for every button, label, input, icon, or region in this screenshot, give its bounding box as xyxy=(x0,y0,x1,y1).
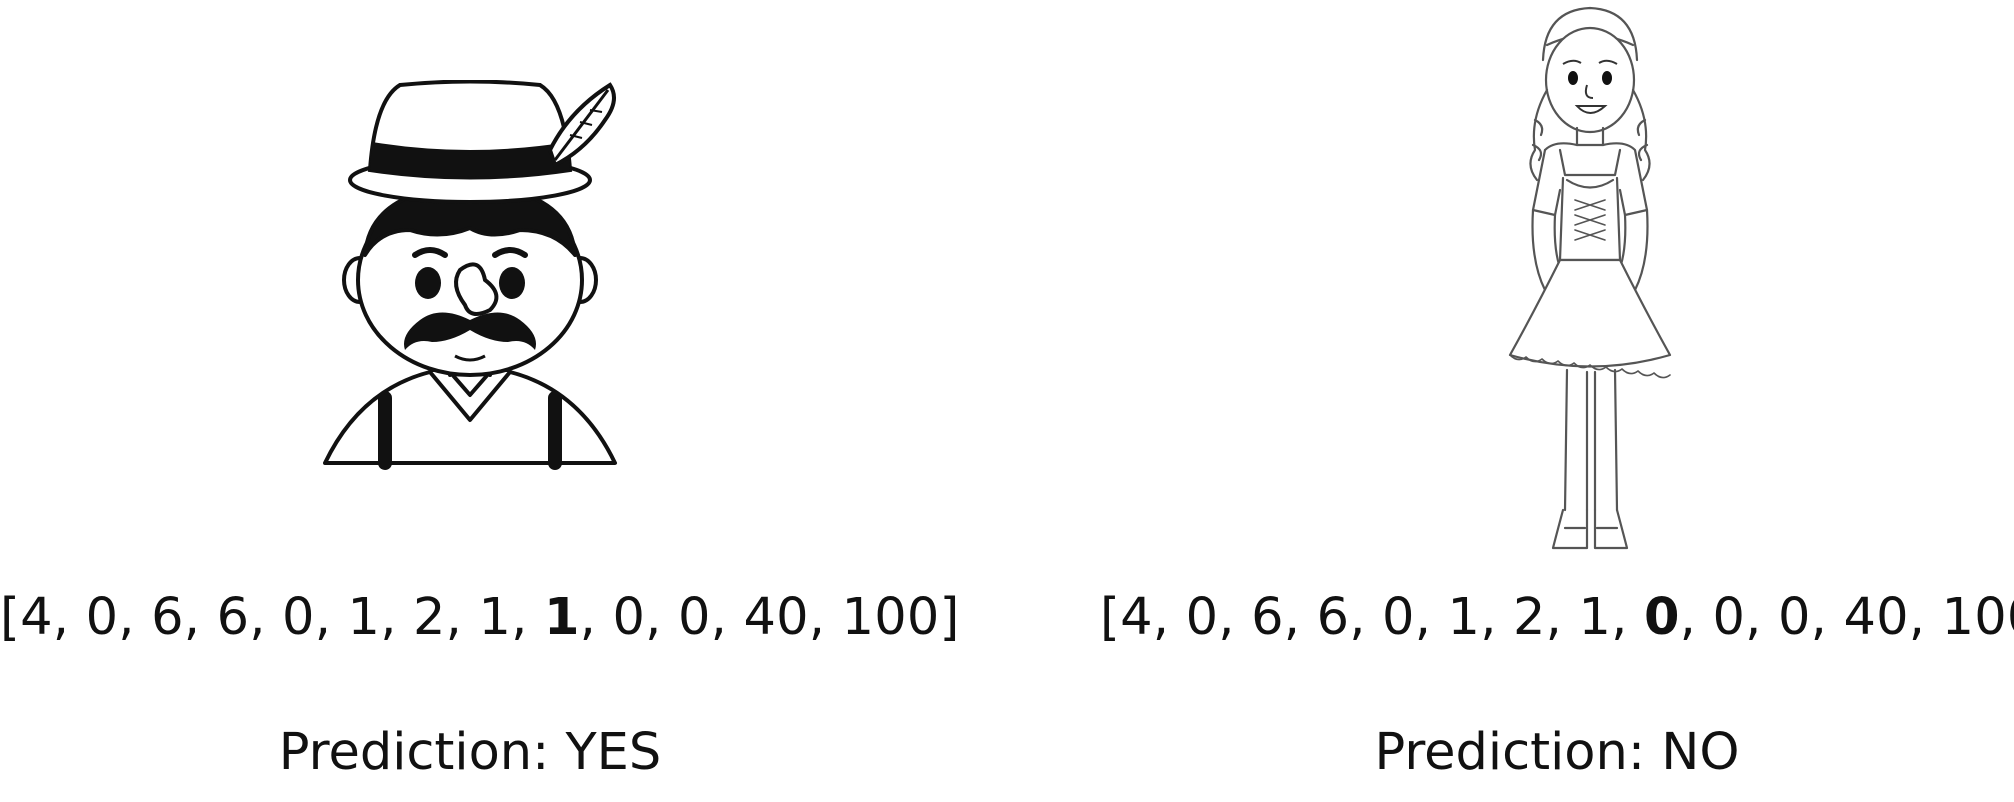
man-with-feathered-hat-icon xyxy=(320,79,620,470)
vector-value: 0 xyxy=(85,588,119,647)
highlighted-vector-value: 1 xyxy=(543,588,580,647)
vector-value: 6 xyxy=(216,588,250,647)
vector-value: 40 xyxy=(1843,588,1909,647)
feature-vector: [4, 0, 6, 6, 0, 1, 2, 1, 0, 0, 0, 40, 10… xyxy=(1100,588,2014,647)
vector-value: 1 xyxy=(478,588,512,647)
vector-value: 0 xyxy=(1712,588,1746,647)
vector-value: 1 xyxy=(1578,588,1612,647)
vector-value: 0 xyxy=(1777,588,1811,647)
vector-value: 100 xyxy=(841,588,940,647)
woman-in-dirndl-icon xyxy=(1475,0,1705,555)
prediction-label: Prediction: NO xyxy=(1374,723,1740,782)
vector-value: 0 xyxy=(1185,588,1219,647)
feature-vector: [4, 0, 6, 6, 0, 1, 2, 1, 1, 0, 0, 40, 10… xyxy=(0,588,960,647)
highlighted-vector-value: 0 xyxy=(1643,588,1680,647)
prediction-label: Prediction: YES xyxy=(278,723,662,782)
vector-value: 0 xyxy=(612,588,646,647)
vector-value: 6 xyxy=(151,588,184,647)
vector-close-bracket: ] xyxy=(939,588,960,647)
vector-value: 0 xyxy=(282,588,315,647)
vector-open-bracket: [ xyxy=(1100,588,1121,647)
vector-value: 6 xyxy=(1316,588,1350,647)
vector-value: 4 xyxy=(1120,588,1153,647)
vector-value: 100 xyxy=(1941,588,2014,647)
vector-value: 4 xyxy=(20,588,53,647)
right-example-panel: [4, 0, 6, 6, 0, 1, 2, 1, 0, 0, 0, 40, 10… xyxy=(1100,0,2014,802)
vector-value: 1 xyxy=(347,588,381,647)
left-example-panel: [4, 0, 6, 6, 0, 1, 2, 1, 1, 0, 0, 40, 10… xyxy=(0,0,960,802)
vector-value: 2 xyxy=(1513,588,1546,647)
vector-value: 0 xyxy=(677,588,711,647)
vector-open-bracket: [ xyxy=(0,588,21,647)
vector-value: 1 xyxy=(1447,588,1481,647)
vector-value: 0 xyxy=(1382,588,1415,647)
vector-value: 2 xyxy=(413,588,446,647)
vector-value: 40 xyxy=(743,588,809,647)
vector-value: 6 xyxy=(1251,588,1284,647)
